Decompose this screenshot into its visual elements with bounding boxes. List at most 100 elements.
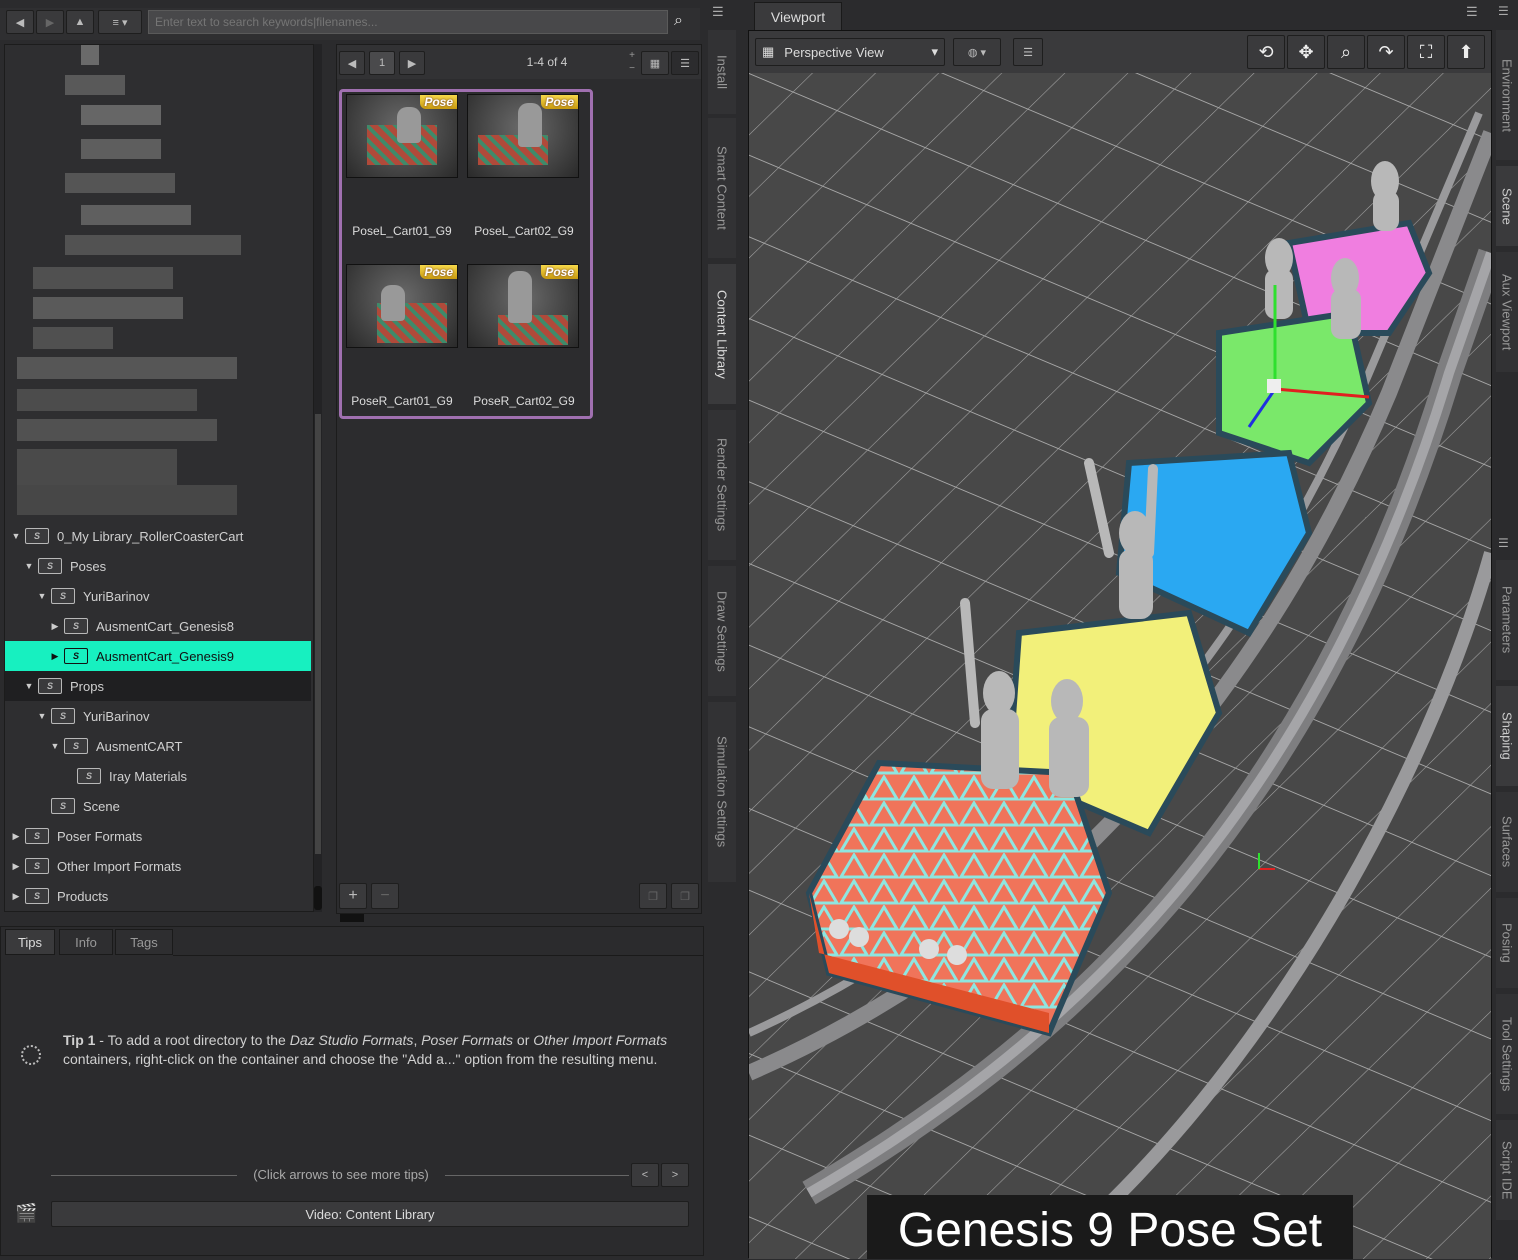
icon-view-button[interactable]: ▦ [641, 51, 669, 75]
tab-posing[interactable]: Posing [1496, 898, 1518, 988]
paste-icon[interactable]: ❐ [671, 883, 699, 909]
page-number[interactable]: 1 [369, 51, 395, 75]
camera-grid-icon: ▦ [762, 44, 775, 59]
content-grid: Pose Pose PoseL_Cart01_G9 PoseL_Cart02_G… [339, 89, 593, 419]
pan-icon[interactable]: ✥ [1287, 35, 1325, 69]
tab-tips[interactable]: Tips [5, 929, 55, 955]
tab-surfaces[interactable]: Surfaces [1496, 792, 1518, 892]
folder-icon: S [51, 798, 75, 814]
tab-content-library[interactable]: Content Library [708, 264, 736, 404]
tree-scrollbar[interactable] [314, 44, 322, 912]
expanded-arrow-icon[interactable]: ▼ [24, 561, 34, 571]
previous-tip-button[interactable]: < [631, 1163, 659, 1187]
next-page-button[interactable]: ▶ [399, 51, 425, 75]
remove-button[interactable]: − [371, 883, 399, 909]
previous-page-button[interactable]: ◀ [339, 51, 365, 75]
arrow-right-icon: ▶ [45, 16, 55, 29]
arrow-right-icon: ▶ [407, 57, 417, 70]
tab-render-settings[interactable]: Render Settings [708, 410, 736, 560]
tree-item[interactable]: ▼ S Props [5, 671, 311, 701]
collapsed-arrow-icon[interactable]: ▶ [50, 651, 60, 662]
tab-smart-content[interactable]: Smart Content [708, 118, 736, 258]
expanded-arrow-icon[interactable]: ▼ [37, 711, 47, 721]
splitter-handle[interactable] [340, 914, 364, 922]
pose-label: PoseR_Cart02_G9 [473, 394, 575, 408]
copy-icon[interactable]: ❐ [639, 883, 667, 909]
menu-icon[interactable]: ☰ [1498, 536, 1516, 554]
tab-simulation-settings[interactable]: Simulation Settings [708, 702, 736, 882]
arrow-left-icon: ◀ [347, 57, 357, 70]
collapsed-arrow-icon[interactable]: ▶ [11, 891, 21, 902]
tab-environment[interactable]: Environment [1496, 30, 1518, 160]
next-tip-button[interactable]: > [661, 1163, 689, 1187]
expanded-arrow-icon[interactable]: ▼ [50, 741, 60, 751]
tab-tool-settings[interactable]: Tool Settings [1496, 994, 1518, 1114]
folder-tree: ▼ S 0_My Library_RollerCoasterCart ▼ S Poses ▼… [4, 44, 314, 912]
tree-item[interactable]: ▶ S Poser Formats [5, 821, 311, 851]
menu-icon[interactable]: ☰ [712, 4, 732, 22]
database-menu-button[interactable]: ≡ ▾ [98, 10, 142, 34]
tab-script-ide[interactable]: Script IDE [1496, 1120, 1518, 1220]
folder-icon: S [64, 648, 88, 664]
folder-icon: S [38, 558, 62, 574]
list-view-button[interactable]: ☰ [671, 51, 699, 75]
clapperboard-icon: 🎬 [15, 1203, 38, 1223]
tab-tags[interactable]: Tags [115, 929, 173, 955]
search-icon[interactable]: ⌕ [674, 12, 696, 34]
navigation-cube-icon[interactable]: ⬆ [1447, 35, 1485, 69]
item-count: 1-4 of 4 [526, 55, 568, 69]
frame-icon[interactable]: ⛶ [1407, 35, 1445, 69]
viewport-menu-icon[interactable]: ☰ [1466, 4, 1486, 22]
tab-draw-settings[interactable]: Draw Settings [708, 566, 736, 696]
tab-shaping[interactable]: Shaping [1496, 686, 1518, 786]
collapsed-arrow-icon[interactable]: ▶ [50, 621, 60, 632]
zoom-stepper[interactable]: + − [625, 49, 639, 77]
3d-scene[interactable]: Genesis 9 Pose Set [749, 73, 1491, 1259]
tree-item[interactable]: ▼ S YuriBarinov [5, 581, 311, 611]
arrow-left-icon: ◀ [15, 16, 25, 29]
orbit-icon[interactable]: ⟲ [1247, 35, 1285, 69]
collapsed-arrow-icon[interactable]: ▶ [11, 831, 21, 842]
zoom-icon[interactable]: ⌕ [1327, 35, 1365, 69]
forward-button[interactable]: ▶ [36, 10, 64, 34]
pose-label: PoseL_Cart01_G9 [352, 224, 452, 238]
pose-thumbnail[interactable]: Pose [467, 264, 579, 348]
content-pagination-bar: ◀ 1 ▶ 1-4 of 4 + − ▦ ☰ [337, 45, 701, 79]
expanded-arrow-icon[interactable]: ▼ [24, 681, 34, 691]
roll-icon[interactable]: ↷ [1367, 35, 1405, 69]
expanded-arrow-icon[interactable]: ▼ [37, 591, 47, 601]
tab-scene[interactable]: Scene [1496, 166, 1518, 246]
tree-item-label: YuriBarinov [83, 708, 150, 724]
menu-icon[interactable]: ☰ [1498, 4, 1516, 22]
arrow-up-icon: ▲ [74, 16, 86, 28]
viewport-options-button[interactable]: ☰ [1013, 38, 1043, 66]
tab-aux-viewport[interactable]: Aux Viewport [1496, 252, 1518, 372]
tree-item[interactable]: ▶ S AusmentCart_Genesis9 [5, 641, 311, 671]
collapsed-arrow-icon[interactable]: ▶ [11, 861, 21, 872]
tab-viewport[interactable]: Viewport [754, 2, 842, 30]
tree-item[interactable]: ▼ S 0_My Library_RollerCoasterCart [5, 521, 311, 551]
tree-item[interactable]: ▶ S Products [5, 881, 311, 911]
tree-item[interactable]: ▶ S Other Import Formats [5, 851, 311, 881]
pose-thumbnail[interactable]: Pose [346, 264, 458, 348]
tab-info[interactable]: Info [59, 929, 113, 955]
camera-select[interactable]: ▦ Perspective View ▾ [755, 38, 945, 66]
video-content-library-button[interactable]: Video: Content Library [51, 1201, 689, 1227]
tab-install[interactable]: Install [708, 30, 736, 114]
tree-item[interactable]: ▼ S YuriBarinov [5, 701, 311, 731]
pose-thumbnail[interactable]: Pose [467, 94, 579, 178]
left-side-tab-strip: ☰ Install Smart Content Content Library … [708, 0, 736, 1260]
search-input[interactable] [148, 10, 668, 34]
tree-item[interactable]: ▶ S AusmentCart_Genesis8 [5, 611, 311, 641]
expanded-arrow-icon[interactable]: ▼ [11, 531, 21, 541]
tree-item[interactable]: S Iray Materials [5, 761, 311, 791]
tab-parameters[interactable]: Parameters [1496, 560, 1518, 680]
tree-item[interactable]: ▼ S Poses [5, 551, 311, 581]
back-button[interactable]: ◀ [6, 10, 34, 34]
tree-item[interactable]: ▼ S AusmentCART [5, 731, 311, 761]
up-directory-button[interactable]: ▲ [66, 10, 94, 34]
add-button[interactable]: + [339, 883, 367, 909]
draw-style-select[interactable]: ◍ ▾ [953, 38, 1001, 66]
pose-thumbnail[interactable]: Pose [346, 94, 458, 178]
tree-item[interactable]: S Scene [5, 791, 311, 821]
